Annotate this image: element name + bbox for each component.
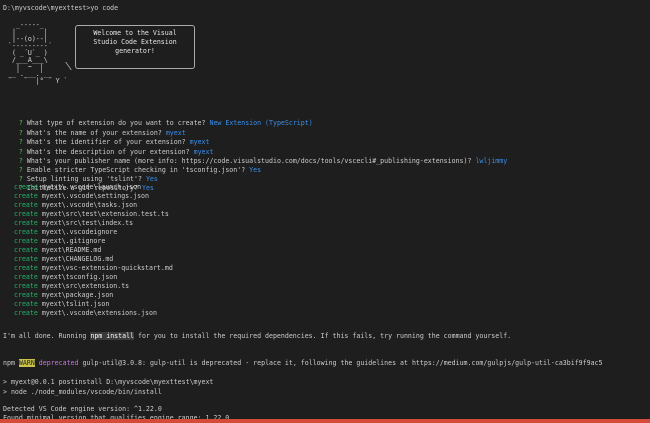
- bottom-accent-bar: [0, 419, 650, 423]
- postinstall-line: > myext@0.0.1 postinstall D:\myvscode\my…: [3, 378, 214, 386]
- prompt-line: ? What type of extension do you want to …: [18, 119, 313, 127]
- yeoman-ascii-art: _-----_ | | |--(o)--| `---------´ ( _´U`…: [8, 21, 68, 85]
- create-line: create myext\.vscode\extensions.json: [14, 309, 157, 317]
- welcome-text: Welcome to the Visual Studio Code Extens…: [93, 29, 177, 55]
- done-message: I'm all done. Running npm install for yo…: [3, 332, 512, 340]
- prompt-line: ? What's the identifier of your extensio…: [18, 138, 210, 146]
- node-install-line: > node ./node_modules/vscode/bin/install: [3, 388, 162, 396]
- npm-warn-line: npm WARN deprecated gulp-util@3.0.8: gul…: [3, 359, 603, 367]
- terminal-window[interactable]: D:\myvscode\myexttest>yo code _-----_ | …: [0, 0, 650, 423]
- command-line: D:\myvscode\myexttest>yo code: [3, 4, 119, 12]
